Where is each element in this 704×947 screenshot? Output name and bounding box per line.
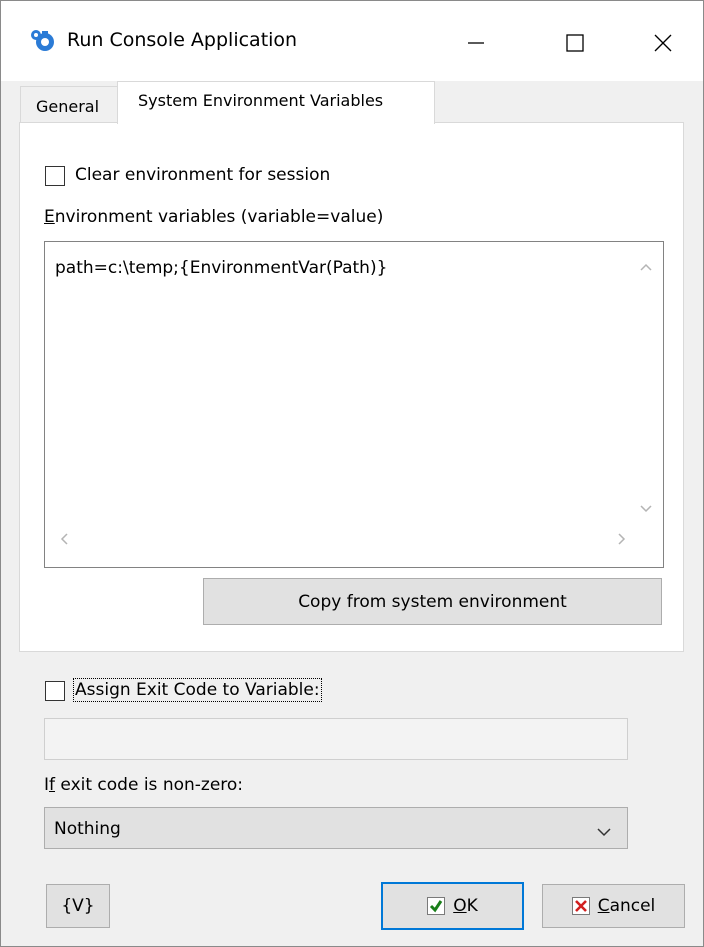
cancel-button-content: Cancel [571, 896, 656, 916]
chevron-down-icon [597, 822, 611, 842]
close-button[interactable] [638, 23, 688, 63]
scroll-down-icon[interactable] [639, 502, 653, 518]
ok-button-label: OK [453, 896, 478, 916]
tab-general-label: General [36, 97, 100, 116]
nonzero-exit-selected: Nothing [54, 819, 121, 839]
title-bar[interactable]: Run Console Application [1, 1, 703, 81]
cancel-x-icon [571, 897, 590, 915]
nonzero-exit-select[interactable]: Nothing [44, 807, 628, 849]
close-icon [654, 34, 672, 52]
tab-system-environment-variables-label: System Environment Variables [138, 91, 384, 110]
scroll-down-icon-glyph [640, 505, 652, 513]
environment-variables-textarea[interactable]: path=c:\temp;{EnvironmentVar(Path)} [44, 241, 664, 568]
dialog-window: Run Console Application General System E… [0, 0, 704, 947]
clear-environment-label[interactable]: Clear environment for session [75, 165, 330, 185]
tab-system-environment-variables[interactable]: System Environment Variables [117, 81, 435, 124]
assign-exit-code-label[interactable]: Assign Exit Code to Variable: [73, 678, 322, 702]
environment-variables-label-rest: nvironment variables (variable=value) [54, 207, 384, 227]
window-title: Run Console Application [67, 29, 298, 51]
maximize-icon [566, 34, 584, 52]
variables-button[interactable]: {V} [46, 884, 110, 928]
cancel-button[interactable]: Cancel [542, 884, 685, 928]
minimize-button[interactable] [451, 23, 501, 63]
variables-button-label: {V} [61, 896, 95, 916]
scroll-right-icon[interactable] [617, 532, 627, 550]
tab-general[interactable]: General [20, 86, 118, 123]
environment-variables-value[interactable]: path=c:\temp;{EnvironmentVar(Path)} [55, 258, 387, 278]
scroll-left-icon[interactable] [59, 532, 69, 550]
ok-button[interactable]: OK [381, 882, 524, 930]
copy-from-system-environment-label: Copy from system environment [298, 591, 567, 612]
scroll-left-icon-glyph [60, 533, 68, 545]
scroll-right-icon-glyph [618, 533, 626, 545]
scroll-up-icon-glyph [640, 263, 652, 271]
ok-button-content: OK [427, 896, 478, 916]
nonzero-exit-label-rest: exit code is non-zero: [55, 775, 244, 795]
app-icon [28, 28, 58, 54]
checkmark-icon [427, 897, 446, 915]
assign-exit-code-checkbox[interactable] [45, 681, 65, 701]
nonzero-exit-label: If exit code is non-zero: [44, 775, 244, 795]
clear-environment-checkbox[interactable] [45, 166, 65, 186]
cancel-button-label: Cancel [597, 896, 656, 916]
exit-code-variable-field[interactable] [44, 718, 628, 760]
copy-from-system-environment-button[interactable]: Copy from system environment [203, 578, 662, 625]
scroll-up-icon[interactable] [639, 260, 653, 276]
environment-variables-label: Environment variables (variable=value) [44, 207, 384, 227]
minimize-icon [468, 42, 484, 44]
maximize-button[interactable] [550, 23, 600, 63]
